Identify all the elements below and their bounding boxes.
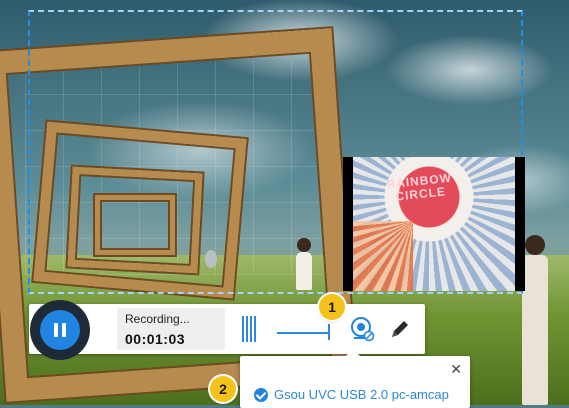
callout-badge-1: 1 (319, 294, 345, 320)
camera-device-option[interactable]: Gsou UVC USB 2.0 pc-amcap (254, 387, 449, 402)
recording-status-label: Recording... (125, 312, 190, 326)
pen-icon[interactable] (387, 316, 413, 342)
audio-level-icon[interactable] (242, 314, 256, 342)
background-figure (522, 235, 548, 405)
pause-icon (40, 310, 80, 350)
webcam-preview[interactable]: RAINBOW CIRCLE (343, 157, 525, 291)
volume-slider-handle[interactable] (328, 324, 330, 340)
pause-button[interactable] (28, 298, 92, 362)
check-icon (254, 387, 268, 402)
pause-button-ring (30, 300, 90, 360)
webcam-icon[interactable] (349, 316, 375, 342)
callout-badge-2: 2 (210, 376, 236, 402)
camera-select-popup: ✕ Gsou UVC USB 2.0 pc-amcap (240, 349, 470, 408)
recording-timer: 00:01:03 (125, 331, 186, 347)
recording-toolbar: Recording... 00:01:03 (29, 300, 425, 360)
recording-status: Recording... 00:01:03 (117, 308, 225, 350)
close-icon[interactable]: ✕ (450, 362, 462, 376)
camera-device-label: Gsou UVC USB 2.0 pc-amcap (274, 387, 449, 402)
volume-slider[interactable] (277, 332, 329, 334)
